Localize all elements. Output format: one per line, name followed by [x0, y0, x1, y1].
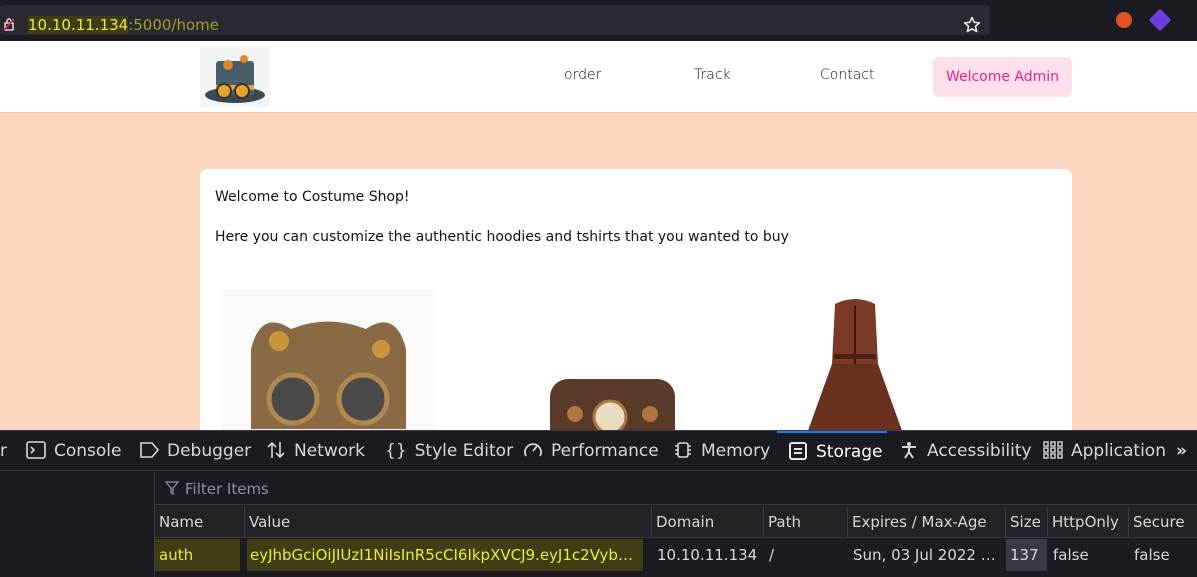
filter-items-input[interactable] — [185, 478, 1085, 500]
nav-order-link[interactable]: order — [564, 67, 601, 83]
tab-label: Debugger — [167, 441, 252, 461]
tab-label: Accessibility — [927, 441, 1032, 461]
url-bar[interactable]: 10.10.11.134:5000/home — [0, 5, 990, 35]
filter-icon — [165, 481, 179, 495]
tab-label: Network — [294, 441, 365, 461]
column-header-value[interactable]: Value — [244, 506, 651, 538]
column-header-secure[interactable]: Secure — [1128, 506, 1197, 538]
site-navbar: order Track Contact Welcome Admin — [0, 41, 1197, 113]
cell-domain: 10.10.11.134 — [657, 546, 758, 564]
table-row[interactable]: auth eyJhbGciOiJIUzI1NiIsInR5cCI6IkpXVCJ… — [155, 539, 1197, 571]
filter-bar — [155, 472, 1197, 505]
browser-toolbar: 10.10.11.134:5000/home — [0, 0, 1197, 41]
tab-inspector-partial[interactable]: r — [0, 431, 7, 471]
site-logo[interactable] — [200, 47, 270, 107]
content-card: Welcome to Costume Shop! Here you can cu… — [200, 169, 1072, 430]
column-header-expires[interactable]: Expires / Max-Age — [847, 506, 1005, 538]
more-tabs-chevron-icon[interactable]: » — [1176, 431, 1187, 471]
url-text[interactable]: 10.10.11.134:5000/home — [28, 16, 219, 34]
cell-path: / — [769, 546, 775, 564]
tab-network[interactable]: Network — [266, 431, 365, 471]
cookies-table-header: Name Value Domain Path Expires / Max-Age… — [155, 506, 1197, 538]
bookmark-star-icon[interactable] — [963, 16, 981, 34]
devtools-panel: r Console Debugger Network {} Style Edito… — [0, 430, 1197, 577]
devtools-tabbar: r Console Debugger Network {} Style Edito… — [0, 431, 1197, 471]
welcome-user-button[interactable]: Welcome Admin — [933, 57, 1072, 97]
nav-track-link[interactable]: Track — [694, 67, 731, 83]
tab-memory[interactable]: Memory — [673, 431, 770, 471]
tab-storage[interactable]: Storage — [777, 431, 887, 471]
tab-label: Storage — [816, 442, 883, 462]
card-title: Welcome to Costume Shop! — [215, 189, 410, 205]
network-icon — [267, 441, 285, 459]
tab-application[interactable]: Application — [1043, 431, 1166, 471]
style-editor-icon: {} — [385, 441, 407, 461]
cell-secure: false — [1134, 546, 1170, 564]
product-image-steampunk-hat[interactable] — [540, 359, 690, 430]
storage-sidebar[interactable] — [0, 472, 155, 577]
cell-httponly: false — [1053, 546, 1089, 564]
product-image-corset-dress[interactable] — [790, 294, 920, 430]
accessibility-icon — [902, 442, 916, 459]
web-page: order Track Contact Welcome Admin Welcom… — [0, 41, 1197, 430]
tab-label: Application — [1071, 441, 1166, 461]
column-header-domain[interactable]: Domain — [651, 506, 763, 538]
extension-icon[interactable] — [1148, 8, 1172, 32]
console-icon — [26, 441, 46, 459]
storage-icon — [789, 442, 807, 460]
tab-label: Memory — [701, 441, 771, 461]
tab-label: Console — [54, 441, 122, 461]
url-path: :5000/home — [128, 16, 220, 34]
card-subtitle: Here you can customize the authentic hoo… — [215, 229, 789, 245]
url-host: 10.10.11.134 — [28, 16, 129, 34]
tab-style-editor[interactable]: {} Style Editor — [385, 431, 513, 471]
cell-expires: Sun, 03 Jul 2022 12:… — [853, 546, 1005, 564]
application-grid-icon — [1043, 441, 1063, 459]
memory-icon — [675, 442, 691, 458]
insecure-lock-icon[interactable] — [4, 17, 14, 31]
debugger-icon — [140, 442, 159, 458]
tab-console[interactable]: Console — [26, 431, 122, 471]
nav-contact-link[interactable]: Contact — [820, 67, 874, 83]
cell-value: eyJhbGciOiJIUzI1NiIsInR5cCI6IkpXVCJ9.eyJ… — [250, 546, 646, 564]
cell-name: auth — [159, 546, 194, 564]
extension-icon[interactable] — [1116, 12, 1132, 28]
tab-performance[interactable]: Performance — [523, 431, 659, 471]
column-header-httponly[interactable]: HttpOnly — [1047, 506, 1128, 538]
column-header-path[interactable]: Path — [763, 506, 847, 538]
column-header-name[interactable]: Name — [155, 506, 244, 538]
column-header-size[interactable]: Size — [1005, 506, 1047, 538]
tab-label: Performance — [551, 441, 659, 461]
tab-accessibility[interactable]: Accessibility — [899, 431, 1032, 471]
performance-icon — [524, 443, 542, 457]
tab-label: Style Editor — [414, 441, 514, 461]
cell-size: 137 — [1006, 539, 1047, 571]
tab-debugger[interactable]: Debugger — [139, 431, 251, 471]
product-image-steampunk-mask[interactable] — [221, 289, 436, 430]
